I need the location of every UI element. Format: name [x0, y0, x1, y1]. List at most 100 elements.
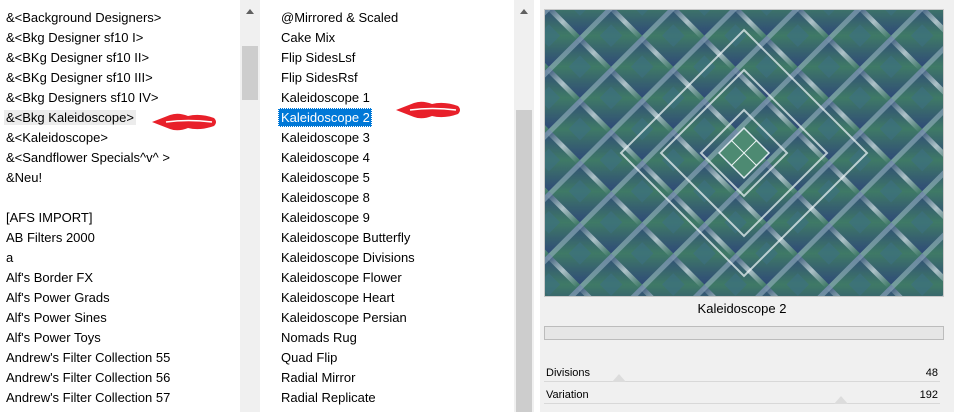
variation-value: 192	[919, 389, 938, 401]
filter-list-item-label: Kaleidoscope 5	[281, 170, 370, 185]
category-list-item-label: Andrew's Filter Collection 56	[6, 370, 171, 385]
category-list: &<Background Designers> &<Bkg Designer sf…	[0, 8, 240, 408]
category-list-item[interactable]: Alf's Power Grads	[0, 288, 240, 308]
category-list-item-label: a	[6, 250, 14, 265]
category-list-item[interactable]: &<Bkg Designer sf10 I>	[0, 28, 240, 48]
filter-list-item-label: Nomads Rug	[281, 330, 357, 345]
filter-list-item-label: Radial Mirror	[281, 370, 356, 385]
variation-label: Variation	[546, 389, 589, 401]
category-list-item	[0, 188, 240, 208]
category-list-item-label: &<Bkg Designer sf10 I>	[6, 30, 144, 45]
filter-list-item[interactable]: Flip SidesLsf	[275, 48, 512, 68]
filter-list-item-label: Kaleidoscope 3	[281, 130, 370, 145]
category-list-item-label: &<Bkg Designers sf10 IV>	[6, 90, 159, 105]
category-scrollbar[interactable]	[240, 0, 260, 412]
preview-image	[544, 9, 944, 297]
filter-list-item[interactable]: Kaleidoscope Persian	[275, 308, 512, 328]
category-list-item-label: Alf's Border FX	[6, 270, 94, 285]
category-list-item-label: Andrew's Filter Collection 55	[6, 350, 171, 365]
filter-list-item[interactable]: Quad Flip	[275, 348, 512, 368]
category-list-item-label: Alf's Power Grads	[6, 290, 110, 305]
category-list-item[interactable]: Alf's Border FX	[0, 268, 240, 288]
scroll-up-arrow-icon[interactable]	[514, 2, 534, 22]
category-list-item[interactable]: [AFS IMPORT]	[0, 208, 240, 228]
filter-list-item-label: Kaleidoscope Flower	[281, 270, 402, 285]
preview-caption: Kaleidoscope 2	[697, 301, 787, 316]
category-list-item-label: &<BKg Designer sf10 III>	[6, 70, 153, 85]
filter-list-item-label: Kaleidoscope Heart	[281, 290, 395, 305]
category-list-item-label: Alf's Power Toys	[6, 330, 101, 345]
filter-list-item-label: @Mirrored & Scaled	[281, 10, 399, 25]
category-list-item-label: Andrew's Filter Collection 57	[6, 390, 171, 405]
category-list-item-label: &Neu!	[6, 170, 43, 185]
category-list-item[interactable]: &<BKg Designer sf10 II>	[0, 48, 240, 68]
category-list-item[interactable]: a	[0, 248, 240, 268]
filter-list-item[interactable]: Radial Mirror	[275, 368, 512, 388]
filter-list-item-label: Kaleidoscope Persian	[281, 310, 407, 325]
category-list-item-label: &<Background Designers>	[6, 10, 162, 25]
progress-bar	[544, 326, 944, 340]
filter-list-item[interactable]: Radial Replicate	[275, 388, 512, 408]
filter-list-item[interactable]: Kaleidoscope 3	[275, 128, 512, 148]
filter-list-item[interactable]: Flip SidesRsf	[275, 68, 512, 88]
filter-list-item-label: Radial Replicate	[281, 390, 376, 405]
category-list-item[interactable]: Andrew's Filter Collection 55	[0, 348, 240, 368]
scrollbar-thumb[interactable]	[516, 110, 532, 412]
category-list-item[interactable]: AB Filters 2000	[0, 228, 240, 248]
filter-list-item[interactable]: Kaleidoscope 8	[275, 188, 512, 208]
category-list-item[interactable]: &<Background Designers>	[0, 8, 240, 28]
filter-list-item[interactable]: Cake Mix	[275, 28, 512, 48]
filter-list-item-label: Cake Mix	[281, 30, 336, 45]
filter-list-item[interactable]: Nomads Rug	[275, 328, 512, 348]
variation-track[interactable]	[544, 403, 940, 404]
filter-list-item-label: Kaleidoscope Divisions	[281, 250, 415, 265]
category-list-item-label: &<Kaleidoscope>	[6, 130, 108, 145]
category-list-item-label: &<Bkg Kaleidoscope>	[4, 110, 136, 125]
filter-list-item-label: Kaleidoscope 8	[281, 190, 370, 205]
filter-scrollbar[interactable]	[514, 0, 534, 412]
divisions-track[interactable]	[544, 381, 940, 382]
filter-list-panel: @Mirrored & Scaled Cake Mix Flip SidesLsf F…	[269, 0, 512, 412]
category-list-item-label: AB Filters 2000	[6, 230, 95, 245]
divisions-label: Divisions	[546, 367, 591, 379]
filter-list-item-label: Kaleidoscope 2	[278, 108, 372, 127]
category-list-panel: &<Background Designers> &<Bkg Designer sf…	[0, 0, 240, 412]
filter-list-item[interactable]: @Mirrored & Scaled	[275, 8, 512, 28]
scroll-up-arrow-icon[interactable]	[240, 2, 260, 22]
filter-list-item[interactable]: Kaleidoscope Flower	[275, 268, 512, 288]
category-list-item[interactable]: &<BKg Designer sf10 III>	[0, 68, 240, 88]
filter-list-item[interactable]: Kaleidoscope 5	[275, 168, 512, 188]
filter-list: @Mirrored & Scaled Cake Mix Flip SidesLsf F…	[275, 8, 512, 408]
filter-list-item[interactable]: Kaleidoscope Divisions	[275, 248, 512, 268]
divisions-value: 48	[925, 367, 938, 379]
preview-panel: Kaleidoscope 2 Divisions 48 Variation 19…	[540, 0, 954, 412]
arrow-marker-icon	[152, 113, 216, 131]
arrow-marker-icon	[396, 101, 460, 119]
filter-list-item[interactable]: Kaleidoscope Butterfly	[275, 228, 512, 248]
filter-list-item-label: Flip SidesLsf	[281, 50, 356, 65]
filter-list-item-label: Kaleidoscope 1	[281, 90, 370, 105]
category-list-item-label: [AFS IMPORT]	[6, 210, 93, 225]
category-list-item[interactable]: &<Bkg Designers sf10 IV>	[0, 88, 240, 108]
filter-list-item-label: Kaleidoscope Butterfly	[281, 230, 411, 245]
filter-list-item-label: Kaleidoscope 9	[281, 210, 370, 225]
filter-list-item-label: Quad Flip	[281, 350, 338, 365]
category-list-item[interactable]: Andrew's Filter Collection 57	[0, 388, 240, 408]
category-list-item-label: &<Sandflower Specials^v^ >	[6, 150, 170, 165]
category-list-item-label: &<BKg Designer sf10 II>	[6, 50, 150, 65]
filter-list-item-label: Kaleidoscope 4	[281, 150, 370, 165]
variation-slider[interactable]: Variation 192	[540, 386, 944, 404]
filter-list-item[interactable]: Kaleidoscope 4	[275, 148, 512, 168]
category-list-item[interactable]: &<Sandflower Specials^v^ >	[0, 148, 240, 168]
filter-list-item[interactable]: Kaleidoscope Heart	[275, 288, 512, 308]
variation-thumb[interactable]	[834, 396, 848, 404]
category-list-item[interactable]: Alf's Power Toys	[0, 328, 240, 348]
category-list-item[interactable]: Andrew's Filter Collection 56	[0, 368, 240, 388]
category-list-item[interactable]: Alf's Power Sines	[0, 308, 240, 328]
scrollbar-thumb[interactable]	[242, 46, 258, 100]
filter-list-item-label: Flip SidesRsf	[281, 70, 358, 85]
divisions-thumb[interactable]	[612, 374, 627, 382]
category-list-item[interactable]: &Neu!	[0, 168, 240, 188]
filter-list-item[interactable]: Kaleidoscope 9	[275, 208, 512, 228]
divisions-slider[interactable]: Divisions 48	[540, 364, 944, 382]
